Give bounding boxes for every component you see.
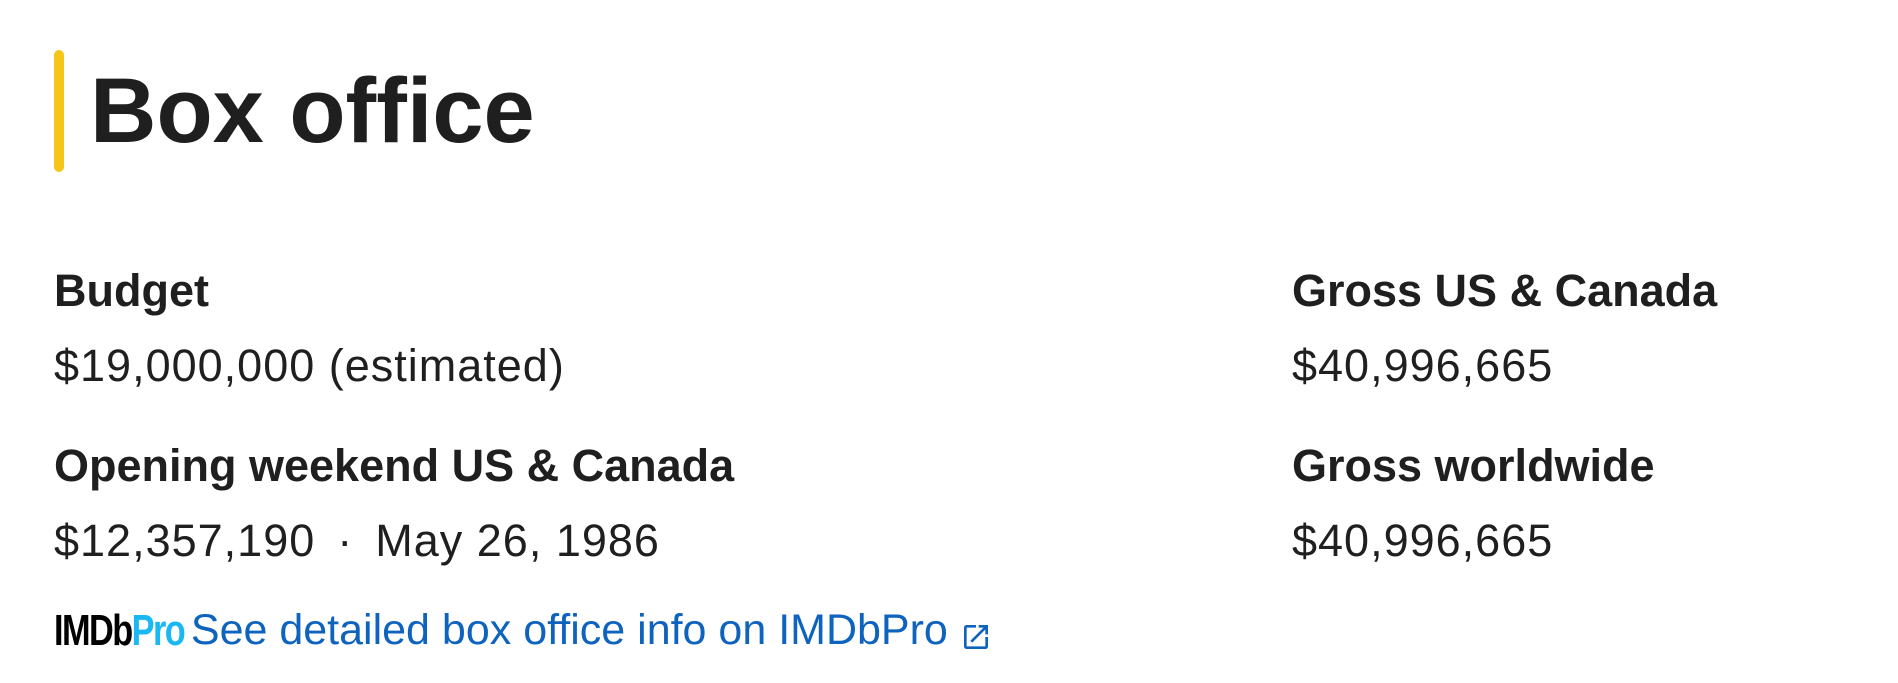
external-link-icon bbox=[960, 615, 992, 649]
opening-weekend-label: Opening weekend US & Canada bbox=[54, 440, 735, 491]
imdbpro-logo-pro: Pro bbox=[131, 605, 186, 655]
gross-worldwide-value: $40,996,665 bbox=[1292, 515, 1554, 566]
opening-weekend-item: Opening weekend US & Canada $12,357,190 ·… bbox=[54, 443, 734, 563]
imdbpro-link-text: See detailed box office info on IMDbPro bbox=[190, 606, 948, 654]
opening-weekend-value-row: $12,357,190 · May 26, 1986 bbox=[54, 518, 734, 563]
imdbpro-logo[interactable]: IMDb Pro bbox=[54, 605, 186, 655]
box-office-section: Box office Budget $19,000,000 (estimated… bbox=[0, 0, 1898, 683]
section-header: Box office bbox=[54, 50, 535, 172]
opening-weekend-value: $12,357,190 bbox=[54, 515, 316, 566]
gross-worldwide-item: Gross worldwide $40,996,665 bbox=[1292, 443, 1655, 563]
budget-value: $19,000,000 (estimated) bbox=[54, 340, 565, 391]
gross-worldwide-label: Gross worldwide bbox=[1292, 440, 1655, 491]
opening-weekend-date: May 26, 1986 bbox=[375, 515, 660, 566]
budget-item: Budget $19,000,000 (estimated) bbox=[54, 268, 565, 388]
gross-us-canada-item: Gross US & Canada $40,996,665 bbox=[1292, 268, 1717, 388]
separator-dot: · bbox=[337, 515, 354, 566]
imdbpro-logo-imdb: IMDb bbox=[54, 605, 133, 655]
imdbpro-box-office-link[interactable]: See detailed box office info on IMDbPro bbox=[191, 606, 992, 655]
section-title: Box office bbox=[90, 60, 535, 162]
budget-label: Budget bbox=[54, 265, 209, 316]
gross-us-canada-label: Gross US & Canada bbox=[1292, 265, 1718, 316]
section-accent-bar bbox=[54, 50, 64, 172]
imdbpro-row: IMDb Pro See detailed box office info on … bbox=[54, 606, 992, 655]
gross-us-canada-value: $40,996,665 bbox=[1292, 340, 1554, 391]
